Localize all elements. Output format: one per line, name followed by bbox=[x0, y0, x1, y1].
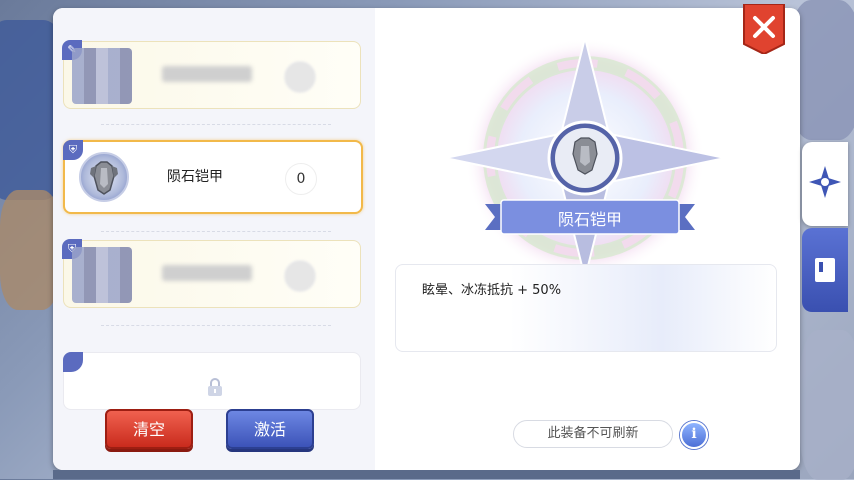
info-icon[interactable]: i bbox=[680, 421, 708, 449]
clear-button[interactable]: 清空 bbox=[105, 409, 193, 449]
divider bbox=[101, 124, 331, 125]
slot-badge bbox=[63, 352, 83, 372]
side-tab-equip[interactable] bbox=[802, 142, 848, 226]
divider bbox=[101, 325, 331, 326]
side-tab-book[interactable] bbox=[802, 228, 848, 312]
slot-count: 0 bbox=[285, 163, 317, 195]
slot-name: 陨石铠甲 bbox=[167, 169, 223, 185]
armor-icon bbox=[79, 152, 129, 202]
background-scenery bbox=[800, 330, 854, 480]
effect-box: 眩晕、冰冻抵抗 + 50% bbox=[395, 264, 777, 352]
equipment-slot-selected[interactable]: ⛨ 陨石铠甲 0 bbox=[63, 140, 363, 214]
mosaic-avatar bbox=[72, 48, 132, 104]
background-scenery bbox=[53, 470, 800, 479]
armor-badge-icon: ⛨ bbox=[63, 140, 83, 160]
slot-name-blurred bbox=[162, 265, 252, 281]
mosaic-avatar bbox=[72, 247, 132, 303]
background-scenery bbox=[0, 190, 60, 310]
book-icon bbox=[815, 258, 835, 282]
slot-count bbox=[284, 260, 316, 292]
item-detail: 陨石铠甲 眩晕、冰冻抵抗 + 50% 此装备不可刷新 i bbox=[375, 8, 800, 470]
item-name: 陨石铠甲 bbox=[557, 210, 622, 229]
equipment-slot[interactable]: ⛨ bbox=[62, 239, 361, 308]
lock-icon bbox=[208, 378, 222, 396]
slot-count bbox=[284, 61, 316, 93]
divider bbox=[101, 231, 331, 232]
effect-text: 眩晕、冰冻抵抗 + 50% bbox=[422, 283, 562, 298]
slot-list: ✎ ⛨ 陨石铠甲 0 bbox=[53, 8, 375, 470]
no-refresh-label: 此装备不可刷新 bbox=[513, 420, 673, 448]
compass-icon bbox=[809, 166, 841, 198]
slot-name-blurred bbox=[162, 66, 252, 82]
activate-button[interactable]: 激活 bbox=[226, 409, 314, 449]
close-button[interactable] bbox=[742, 4, 786, 54]
locked-slot[interactable] bbox=[63, 352, 361, 410]
equipment-slot[interactable]: ✎ bbox=[62, 40, 361, 109]
equipment-panel: ✎ ⛨ 陨石铠甲 0 bbox=[53, 8, 800, 470]
